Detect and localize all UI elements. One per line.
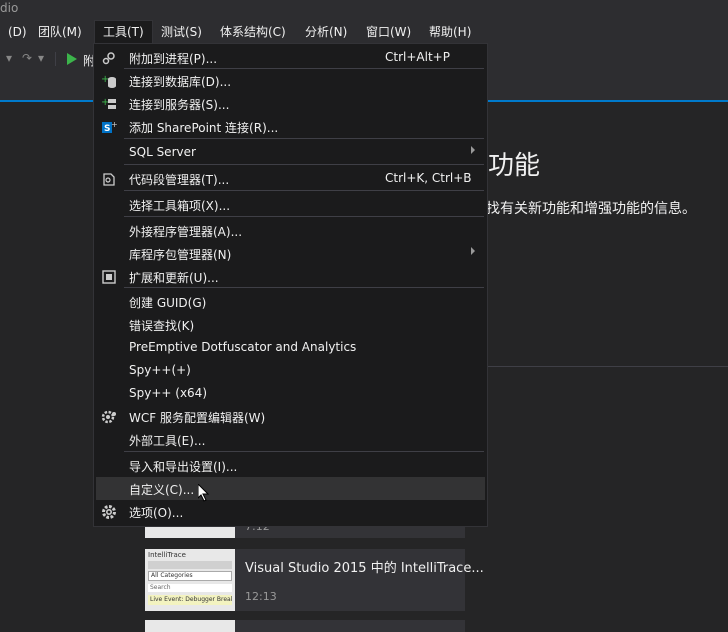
menu-item-spy-x64[interactable]: Spy++ (x64)	[94, 382, 487, 405]
attach-process-icon	[101, 50, 117, 66]
menu-item-label: 外接程序管理器(A)...	[129, 225, 243, 239]
thumbnail-category: All Categories	[148, 571, 232, 581]
menu-item-addin-manager[interactable]: 外接程序管理器(A)...	[94, 219, 487, 242]
window-title: dio	[0, 1, 19, 15]
menu-item-sql-server[interactable]: SQL Server	[94, 141, 487, 164]
menu-item-label: 连接到服务器(S)...	[129, 98, 230, 112]
svg-text:+: +	[111, 120, 117, 129]
menu-item-label: 扩展和更新(U)...	[129, 271, 219, 285]
menu-separator	[124, 164, 484, 165]
menu-tools[interactable]: 工具(T)	[94, 20, 153, 44]
menu-item-label: 代码段管理器(T)...	[129, 173, 230, 187]
menu-item-label: Spy++ (x64)	[129, 386, 207, 400]
menu-item-import-export[interactable]: 导入和导出设置(I)...	[94, 454, 487, 477]
menu-item-connect-database[interactable]: + 连接到数据库(D)...	[94, 69, 487, 92]
wcf-gear-icon	[101, 409, 117, 425]
section-divider	[488, 366, 728, 367]
redo-chevron-icon[interactable]: ▾	[38, 51, 44, 65]
thumbnail-toolbar	[148, 561, 232, 569]
submenu-arrow-icon	[471, 247, 475, 255]
redo-icon[interactable]: ↷	[22, 51, 32, 65]
menu-test[interactable]: 测试(S)	[153, 20, 210, 44]
sharepoint-icon: S +	[101, 119, 118, 135]
redo-dropdown-icon[interactable]: ▾	[6, 51, 12, 65]
title-bar: dio	[0, 0, 728, 20]
menu-separator	[124, 190, 484, 191]
menu-item-options[interactable]: 选项(O)...	[94, 500, 487, 523]
menu-item-label: SQL Server	[129, 145, 196, 159]
connect-server-icon: +	[101, 96, 117, 112]
menu-item-choose-toolbox[interactable]: 选择工具箱项(X)...	[94, 193, 487, 216]
menu-item-attach-to-process[interactable]: 附加到进程(P)... Ctrl+Alt+P	[94, 46, 487, 69]
menu-separator	[124, 138, 484, 139]
menu-team[interactable]: 团队(M)	[30, 20, 90, 44]
thumbnail-event: Live Event: Debugger Break	[148, 595, 232, 605]
menu-item-label: 库程序包管理器(N)	[129, 248, 232, 262]
start-page-heading: 功能	[488, 151, 541, 181]
menu-item-label: 错误查找(K)	[129, 319, 195, 333]
thumbnail-title: IntelliTrace	[148, 551, 186, 559]
menu-item-label: 自定义(C)...	[129, 483, 195, 497]
menu-item-shortcut: Ctrl+Alt+P	[385, 50, 450, 64]
video-thumbnail: IntelliTrace All Categories Search Live …	[145, 549, 235, 611]
menu-item-label: 创建 GUID(G)	[129, 296, 207, 310]
menu-item-external-tools[interactable]: 外部工具(E)...	[94, 428, 487, 451]
menu-item-preemptive[interactable]: PreEmptive Dotfuscator and Analytics	[94, 336, 487, 359]
menu-item-spy[interactable]: Spy++(+)	[94, 359, 487, 382]
menu-item-code-snippets[interactable]: 代码段管理器(T)... Ctrl+K, Ctrl+B	[94, 167, 487, 190]
menu-item-create-guid[interactable]: 创建 GUID(G)	[94, 290, 487, 313]
tools-menu: 附加到进程(P)... Ctrl+Alt+P + 连接到数据库(D)... + 连接到服务…	[93, 43, 488, 527]
mouse-cursor-icon	[198, 484, 210, 502]
video-duration: 12:13	[245, 590, 277, 603]
menu-item-customize[interactable]: 自定义(C)...	[96, 477, 485, 500]
svg-text:S: S	[104, 124, 110, 134]
menu-architecture[interactable]: 体系结构(C)	[212, 20, 294, 44]
menu-separator	[124, 216, 484, 217]
video-title[interactable]: Visual Studio 2015 中的 IntelliTrace...	[245, 557, 484, 576]
menu-item-label: 添加 SharePoint 连接(R)...	[129, 121, 279, 135]
menu-item-extensions-updates[interactable]: 扩展和更新(U)...	[94, 265, 487, 288]
video-item-next[interactable]	[145, 620, 465, 632]
menu-bar: (D) 团队(M) 工具(T) 测试(S) 体系结构(C) 分析(N) 窗口(W) 帮助(H)	[0, 20, 728, 44]
menu-item-label: PreEmptive Dotfuscator and Analytics	[129, 340, 357, 354]
menu-item-label: Spy++(+)	[129, 363, 191, 377]
menu-help[interactable]: 帮助(H)	[421, 20, 479, 44]
video-thumbnail	[145, 620, 235, 632]
toolbar-divider	[55, 52, 56, 66]
menu-item-label: 选项(O)...	[129, 506, 184, 520]
menu-analyze[interactable]: 分析(N)	[297, 20, 355, 44]
menu-item-error-lookup[interactable]: 错误查找(K)	[94, 313, 487, 336]
video-item[interactable]: IntelliTrace All Categories Search Live …	[145, 549, 484, 611]
menu-item-connect-server[interactable]: + 连接到服务器(S)...	[94, 92, 487, 115]
menu-item-add-sharepoint[interactable]: S + 添加 SharePoint 连接(R)...	[94, 115, 487, 138]
options-gear-icon	[101, 504, 117, 520]
menu-item-label: 选择工具箱项(X)...	[129, 199, 231, 213]
menu-item-label: 外部工具(E)...	[129, 434, 206, 448]
menu-window[interactable]: 窗口(W)	[358, 20, 419, 44]
connect-database-icon: +	[101, 73, 117, 89]
menu-item-label: 附加到进程(P)...	[129, 52, 218, 66]
menu-item-library-package[interactable]: 库程序包管理器(N)	[94, 242, 487, 265]
menu-separator	[124, 451, 484, 452]
code-snippets-icon	[101, 171, 117, 187]
menu-item-label: 连接到数据库(D)...	[129, 75, 232, 89]
start-page-subtext: 找有关新功能和增强功能的信息。	[486, 201, 696, 217]
menu-item-label: WCF 服务配置编辑器(W)	[129, 411, 266, 425]
thumbnail-search: Search	[148, 584, 232, 592]
extensions-icon	[101, 269, 117, 285]
menu-item-shortcut: Ctrl+K, Ctrl+B	[385, 171, 472, 185]
menu-item-wcf-config[interactable]: WCF 服务配置编辑器(W)	[94, 405, 487, 428]
submenu-arrow-icon	[471, 146, 475, 154]
start-play-icon[interactable]	[67, 53, 77, 65]
menu-item-label: 导入和导出设置(I)...	[129, 460, 238, 474]
